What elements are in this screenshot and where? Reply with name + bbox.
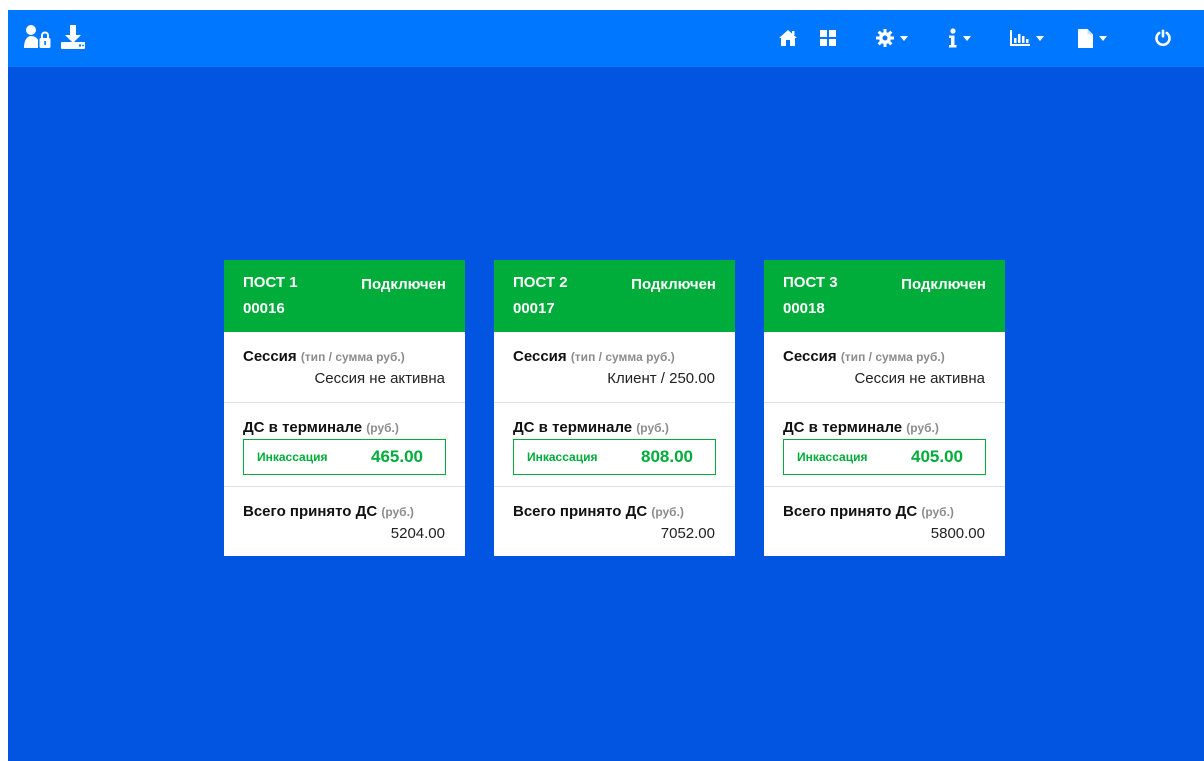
total-section: Всего принято ДС (руб.) 7052.00 — [494, 486, 735, 556]
post-card-header: ПОСТ 2 00017 Подключен — [494, 260, 735, 332]
post-status: Подключен — [631, 276, 716, 293]
info-menu[interactable] — [948, 26, 971, 50]
file-icon — [1078, 28, 1093, 48]
collection-button[interactable]: Инкассация 808.00 — [513, 439, 716, 475]
home-button[interactable] — [778, 26, 798, 50]
session-hint: (тип / сумма руб.) — [570, 350, 675, 364]
chart-icon — [1010, 30, 1030, 46]
session-hint: (тип / сумма руб.) — [840, 350, 945, 364]
session-title-text: Сессия — [783, 348, 837, 365]
gear-icon — [876, 29, 894, 47]
chevron-down-icon — [963, 35, 971, 41]
total-hint: (руб.) — [381, 505, 414, 519]
total-title: Всего принято ДС (руб.) — [783, 503, 954, 520]
session-title: Сессия (тип / сумма руб.) — [783, 348, 945, 365]
post-card-header: ПОСТ 1 00016 Подключен — [224, 260, 465, 332]
collection-label: Инкассация — [257, 450, 328, 464]
session-section: Сессия (тип / сумма руб.) Клиент / 250.0… — [494, 332, 735, 402]
collection-amount: 405.00 — [911, 447, 963, 466]
collection-button[interactable]: Инкассация 465.00 — [243, 439, 446, 475]
total-title: Всего принято ДС (руб.) — [513, 503, 684, 520]
session-hint: (тип / сумма руб.) — [300, 350, 405, 364]
top-navbar — [8, 10, 1204, 67]
chevron-down-icon — [1099, 35, 1107, 41]
post-id: 00018 — [783, 300, 825, 317]
terminal-title: ДС в терминале (руб.) — [783, 419, 939, 436]
total-title-text: Всего принято ДС — [513, 503, 648, 520]
total-title-text: Всего принято ДС — [783, 503, 918, 520]
chevron-down-icon — [900, 35, 908, 41]
terminal-title: ДС в терминале (руб.) — [243, 419, 399, 436]
settings-menu[interactable] — [876, 26, 908, 50]
home-icon — [778, 29, 798, 47]
terminal-title-text: ДС в терминале — [783, 419, 903, 436]
app-screen: ПОСТ 1 00016 Подключен Сессия (тип / сум… — [8, 10, 1204, 761]
user-lock-icon[interactable] — [24, 24, 52, 50]
total-hint: (руб.) — [651, 505, 684, 519]
total-value: 5800.00 — [930, 525, 985, 542]
terminal-section: ДС в терминале (руб.) Инкассация 808.00 — [494, 402, 735, 486]
chevron-down-icon — [1036, 35, 1044, 41]
post-card-3: ПОСТ 3 00018 Подключен Сессия (тип / сум… — [764, 260, 1005, 556]
session-section: Сессия (тип / сумма руб.) Сессия не акти… — [764, 332, 1005, 402]
terminal-title-text: ДС в терминале — [243, 419, 363, 436]
session-title-text: Сессия — [513, 348, 567, 365]
grid-icon — [820, 30, 836, 46]
post-card-1: ПОСТ 1 00016 Подключен Сессия (тип / сум… — [224, 260, 465, 556]
post-card-header: ПОСТ 3 00018 Подключен — [764, 260, 1005, 332]
collection-label: Инкассация — [527, 450, 598, 464]
terminal-section: ДС в терминале (руб.) Инкассация 465.00 — [224, 402, 465, 486]
post-card-2: ПОСТ 2 00017 Подключен Сессия (тип / сум… — [494, 260, 735, 556]
dashboard-button[interactable] — [820, 26, 836, 50]
collection-amount: 808.00 — [641, 447, 693, 466]
post-status: Подключен — [361, 276, 446, 293]
total-section: Всего принято ДС (руб.) 5800.00 — [764, 486, 1005, 556]
post-name: ПОСТ 3 — [783, 274, 838, 291]
session-value: Сессия не активна — [854, 370, 985, 387]
collection-button[interactable]: Инкассация 405.00 — [783, 439, 986, 475]
terminal-hint: (руб.) — [906, 421, 939, 435]
post-name: ПОСТ 1 — [243, 274, 298, 291]
total-title: Всего принято ДС (руб.) — [243, 503, 414, 520]
terminal-section: ДС в терминале (руб.) Инкассация 405.00 — [764, 402, 1005, 486]
download-icon[interactable] — [60, 24, 86, 50]
session-title: Сессия (тип / сумма руб.) — [513, 348, 675, 365]
session-value: Клиент / 250.00 — [607, 370, 715, 387]
logout-button[interactable] — [1154, 26, 1172, 50]
collection-label: Инкассация — [797, 450, 868, 464]
collection-amount: 465.00 — [371, 447, 423, 466]
total-value: 7052.00 — [660, 525, 715, 542]
documents-menu[interactable] — [1078, 26, 1107, 50]
session-value: Сессия не активна — [314, 370, 445, 387]
total-section: Всего принято ДС (руб.) 5204.00 — [224, 486, 465, 556]
post-status: Подключен — [901, 276, 986, 293]
total-hint: (руб.) — [921, 505, 954, 519]
navbar-left-tools — [24, 24, 86, 50]
info-icon — [948, 28, 957, 48]
terminal-title-text: ДС в терминале — [513, 419, 633, 436]
session-section: Сессия (тип / сумма руб.) Сессия не акти… — [224, 332, 465, 402]
post-name: ПОСТ 2 — [513, 274, 568, 291]
reports-menu[interactable] — [1010, 26, 1044, 50]
session-title: Сессия (тип / сумма руб.) — [243, 348, 405, 365]
post-id: 00016 — [243, 300, 285, 317]
power-icon — [1154, 29, 1172, 47]
terminal-title: ДС в терминале (руб.) — [513, 419, 669, 436]
post-id: 00017 — [513, 300, 555, 317]
terminal-hint: (руб.) — [366, 421, 399, 435]
total-title-text: Всего принято ДС — [243, 503, 378, 520]
terminal-hint: (руб.) — [636, 421, 669, 435]
total-value: 5204.00 — [390, 525, 445, 542]
session-title-text: Сессия — [243, 348, 297, 365]
